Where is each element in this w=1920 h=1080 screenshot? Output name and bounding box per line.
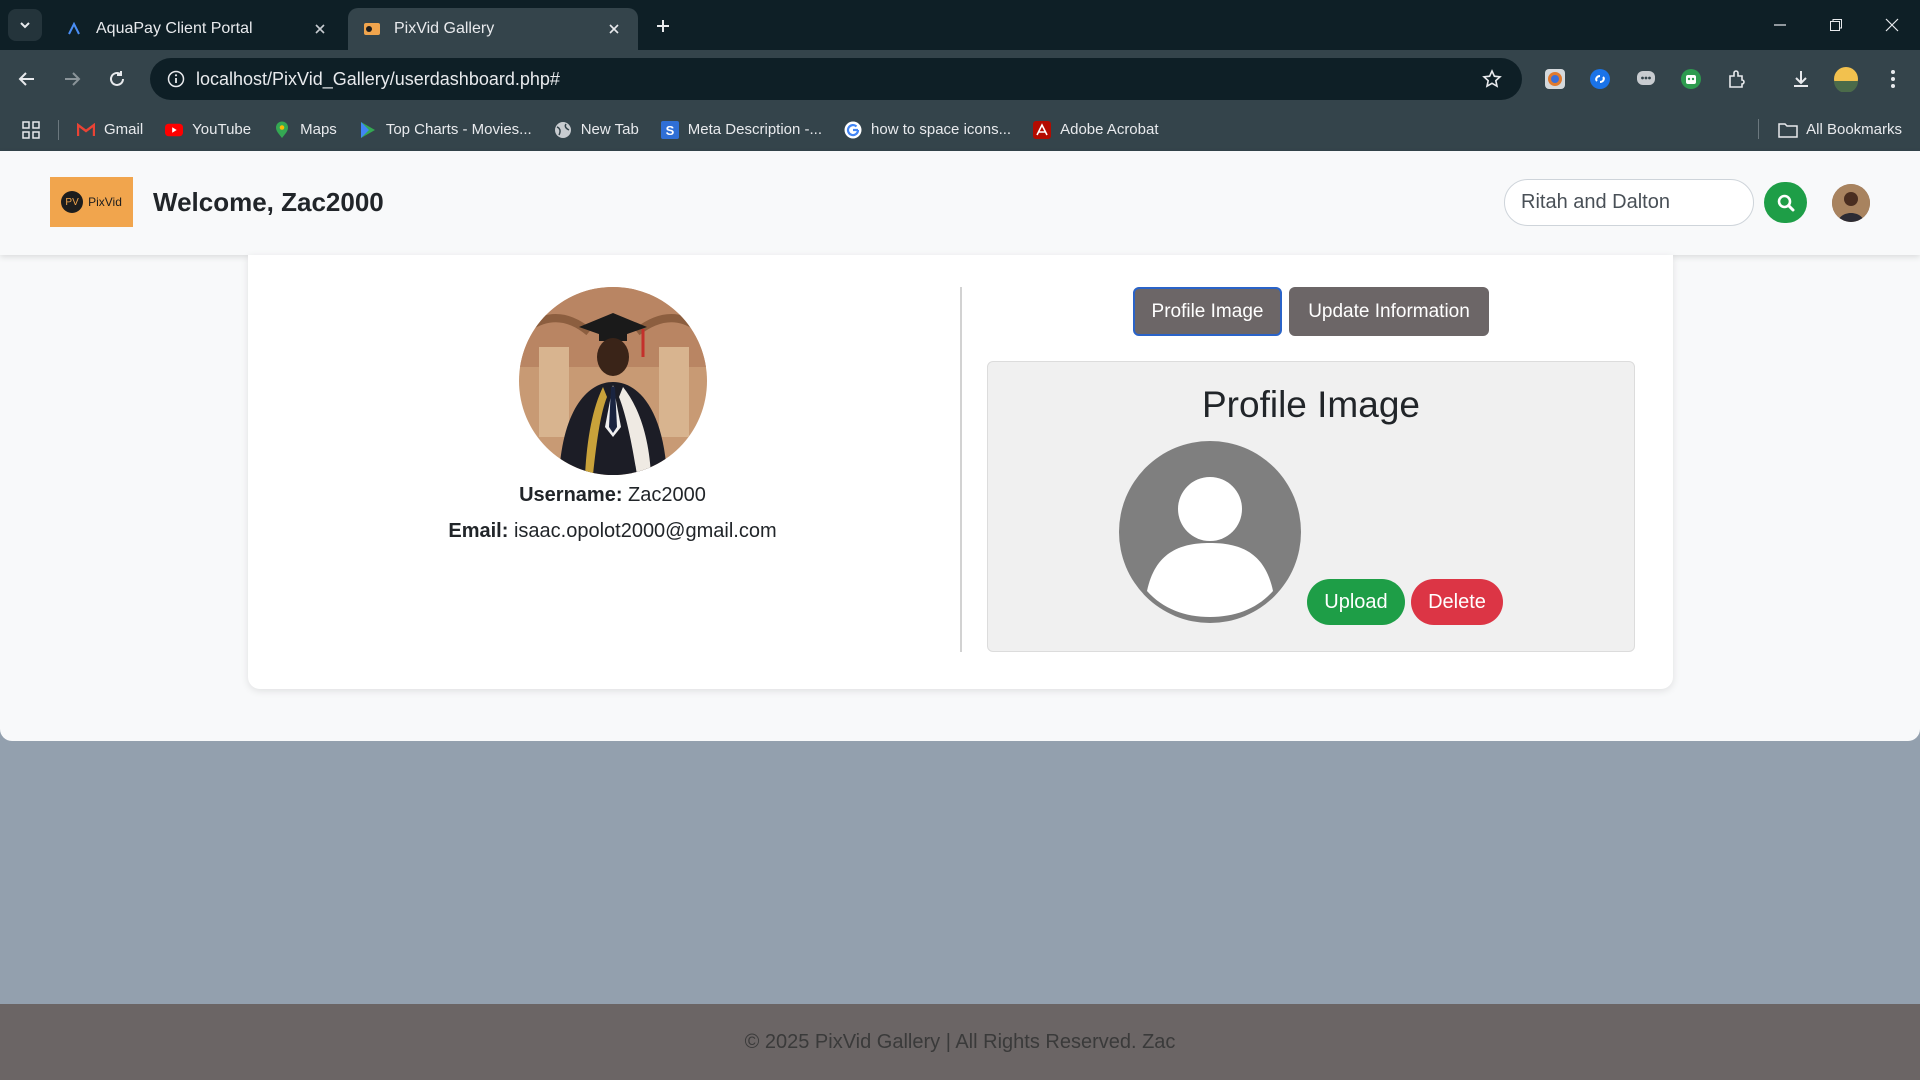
bookmark-meta-description[interactable]: S Meta Description -... — [660, 120, 823, 139]
robot-extension-icon[interactable] — [1677, 65, 1705, 93]
search-icon — [1777, 194, 1794, 211]
logo-text: PixVid — [88, 195, 122, 209]
tab-search-button[interactable] — [8, 9, 42, 41]
profile-photo — [519, 287, 707, 475]
restore-button[interactable] — [1808, 0, 1864, 50]
bookmarks-divider — [58, 119, 59, 140]
reload-icon — [110, 71, 124, 86]
browser-tabstrip: AquaPay Client Portal PixVid Gallery — [0, 0, 1920, 50]
bookmark-youtube[interactable]: YouTube — [165, 121, 251, 139]
delete-button[interactable]: Delete — [1411, 579, 1503, 625]
bookmark-label: how to space icons... — [871, 121, 1012, 138]
google-icon — [844, 121, 862, 139]
close-icon — [1885, 18, 1899, 32]
close-icon[interactable] — [310, 19, 330, 39]
pixvid-favicon-icon — [362, 19, 382, 39]
bookmark-how-to-space-icons[interactable]: how to space icons... — [844, 121, 1011, 139]
browser-tab-aquapay[interactable]: AquaPay Client Portal — [50, 8, 344, 50]
acrobat-icon — [1033, 120, 1052, 139]
folder-icon — [1778, 122, 1798, 138]
welcome-heading: Welcome, Zac2000 — [153, 187, 384, 217]
site-header: PV PixVid Welcome, Zac2000 — [0, 151, 1920, 255]
minimize-icon — [1774, 24, 1786, 26]
bookmark-label: Meta Description -... — [687, 121, 823, 138]
tab-title: PixVid Gallery — [394, 20, 495, 37]
bookmark-label: Maps — [300, 121, 337, 138]
all-bookmarks-label: All Bookmarks — [1806, 121, 1902, 138]
email-label: Email: — [448, 520, 509, 542]
youtube-icon — [165, 121, 184, 139]
username-value: Zac2000 — [628, 484, 706, 506]
arrow-right-icon — [65, 72, 81, 86]
username-line: Username: Zac2000 — [300, 484, 925, 507]
forward-button[interactable] — [56, 63, 88, 95]
bookmark-top-charts[interactable]: Top Charts - Movies... — [359, 121, 532, 139]
globe-icon — [554, 121, 572, 139]
chat-extension-icon[interactable] — [1632, 65, 1660, 93]
tab-title: AquaPay Client Portal — [96, 20, 253, 37]
new-tab-button[interactable] — [649, 12, 677, 40]
extensions-puzzle-icon[interactable] — [1723, 65, 1751, 93]
s-logo-icon: S — [660, 120, 679, 139]
download-icon[interactable] — [1787, 65, 1815, 93]
reload-button[interactable] — [101, 63, 133, 95]
tab-profile-image[interactable]: Profile Image — [1133, 287, 1282, 336]
maps-icon — [273, 121, 291, 139]
search-button[interactable] — [1764, 182, 1807, 223]
chrome-menu-icon[interactable] — [1879, 65, 1907, 93]
bookmark-label: Gmail — [104, 121, 144, 138]
plus-icon — [657, 20, 669, 32]
logo-mark: PV — [61, 191, 84, 213]
bookmark-label: YouTube — [192, 121, 252, 138]
site-info-icon[interactable] — [156, 70, 196, 88]
browser-tab-pixvid[interactable]: PixVid Gallery — [348, 8, 638, 50]
close-icon[interactable] — [604, 19, 624, 39]
upload-button[interactable]: Upload — [1307, 579, 1405, 625]
shazam-extension-icon[interactable] — [1586, 65, 1614, 93]
bookmark-gmail[interactable]: Gmail — [77, 121, 143, 139]
arrow-left-icon — [18, 72, 34, 86]
close-window-button[interactable] — [1864, 0, 1920, 50]
bookmark-label: Adobe Acrobat — [1060, 121, 1159, 138]
bookmarks-bar: Gmail YouTube Maps Top Charts - Movies..… — [0, 108, 1920, 151]
site-logo[interactable]: PV PixVid — [50, 177, 133, 227]
restore-icon — [1830, 19, 1842, 31]
profile-avatar-icon[interactable] — [1832, 65, 1860, 93]
url-text: localhost/PixVid_Gallery/userdashboard.p… — [196, 68, 560, 89]
tab-update-information[interactable]: Update Information — [1289, 287, 1489, 336]
default-user-avatar-icon — [1119, 441, 1301, 623]
aquapay-favicon-icon — [64, 19, 84, 39]
all-bookmarks-button[interactable]: All Bookmarks — [1758, 108, 1902, 151]
bookmark-new-tab[interactable]: New Tab — [554, 121, 639, 139]
username-label: Username: — [519, 484, 623, 506]
chevron-down-icon — [20, 22, 30, 29]
browser-toolbar: localhost/PixVid_Gallery/userdashboard.p… — [0, 50, 1920, 108]
bookmark-label: Top Charts - Movies... — [385, 121, 532, 138]
gmail-icon — [77, 121, 95, 139]
bookmark-star-icon[interactable] — [1472, 69, 1512, 89]
user-avatar[interactable] — [1832, 184, 1870, 222]
bookmark-label: New Tab — [580, 121, 639, 138]
apps-grid-icon[interactable] — [22, 120, 40, 139]
firefox-extension-icon[interactable] — [1541, 65, 1569, 93]
google-play-icon — [359, 121, 377, 139]
footer-copyright: © 2025 PixVid Gallery | All Rights Reser… — [744, 1030, 1176, 1053]
site-footer: © 2025 PixVid Gallery | All Rights Reser… — [0, 1004, 1920, 1080]
svg-text:S: S — [665, 123, 674, 138]
back-button[interactable] — [11, 63, 43, 95]
bookmark-maps[interactable]: Maps — [273, 121, 337, 139]
minimize-button[interactable] — [1752, 0, 1808, 50]
panel-title: Profile Image — [1202, 384, 1420, 425]
search-input[interactable] — [1504, 179, 1754, 226]
address-bar[interactable]: localhost/PixVid_Gallery/userdashboard.p… — [150, 58, 1522, 100]
column-divider — [960, 287, 962, 652]
email-line: Email: isaac.opolot2000@gmail.com — [300, 520, 925, 543]
bookmark-adobe-acrobat[interactable]: Adobe Acrobat — [1033, 120, 1159, 139]
email-value: isaac.opolot2000@gmail.com — [513, 520, 777, 542]
